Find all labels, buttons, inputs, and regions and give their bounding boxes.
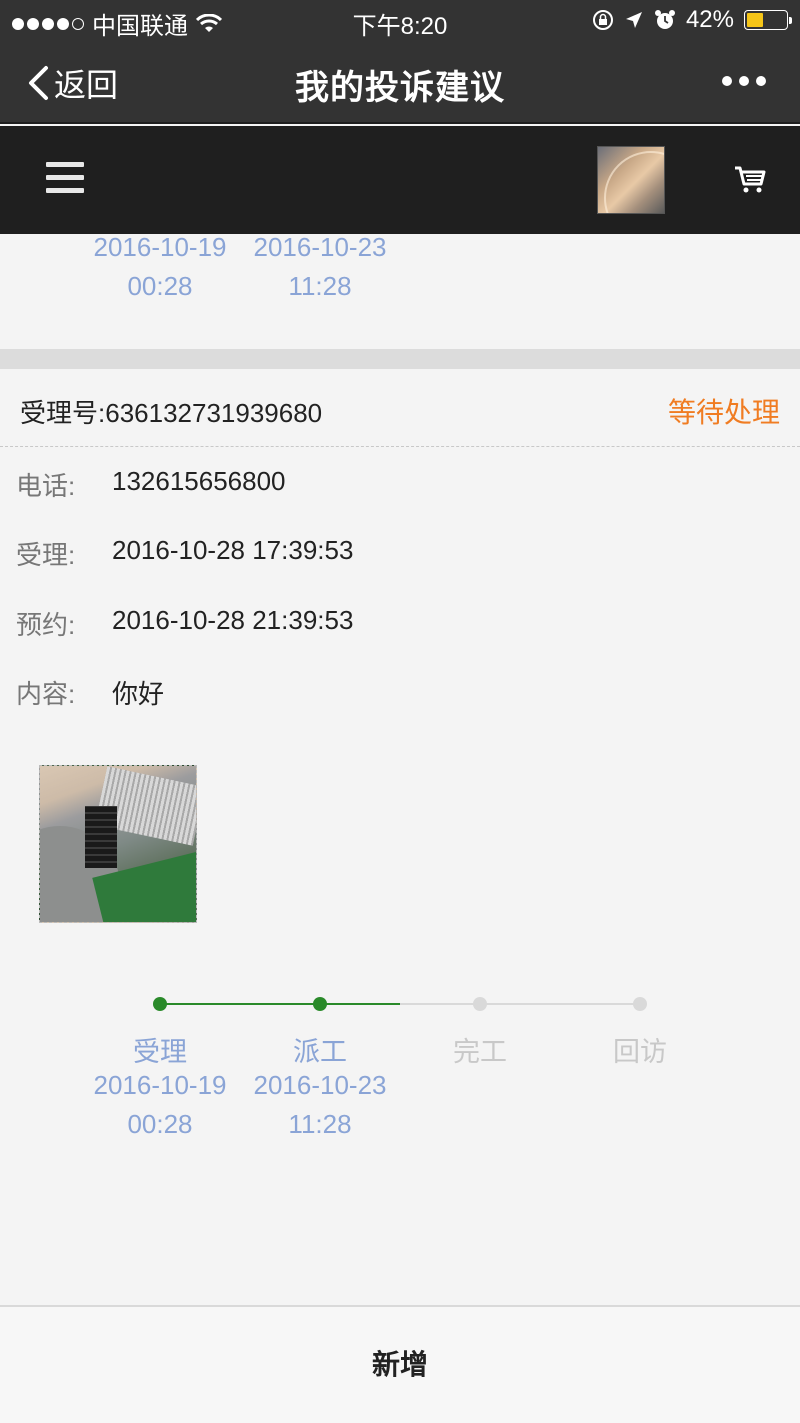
menu-icon[interactable]	[46, 162, 84, 196]
prev-step-date-1: 2016-10-19 00:28	[93, 234, 227, 301]
add-button[interactable]: 新增	[0, 1307, 800, 1423]
avatar[interactable]	[597, 146, 665, 214]
step-label-completed: 完工	[453, 1037, 507, 1067]
progress-line-1	[160, 1003, 320, 1005]
step-node-revisit	[633, 997, 647, 1011]
status-bar: 中国联通 下午8:20 42%	[0, 0, 800, 40]
page-title: 我的投诉建议	[295, 69, 505, 107]
ticket-number: 受理号:636132731939680	[20, 398, 323, 428]
step-date-accepted: 2016-10-19 00:28	[93, 1070, 227, 1139]
step-date-dispatched: 2016-10-23 11:28	[253, 1070, 387, 1139]
more-options-button[interactable]	[722, 76, 766, 86]
attachment-thumbnail[interactable]	[39, 765, 197, 923]
card-header: 受理号:636132731939680 等待处理	[0, 369, 800, 447]
progress-line-2b	[400, 1003, 480, 1005]
status-badge: 等待处理	[667, 397, 780, 428]
site-header	[0, 126, 800, 234]
more-dot-icon	[722, 76, 732, 86]
progress-line-2a	[320, 1003, 400, 1005]
location-arrow-icon	[625, 12, 642, 28]
step-label-dispatched: 派工	[293, 1037, 347, 1067]
prev-step-date-2: 2016-10-23 11:28	[253, 234, 387, 301]
cart-icon[interactable]	[733, 164, 767, 194]
progress-line-3	[480, 1003, 640, 1005]
step-label-revisit: 回访	[613, 1037, 667, 1067]
previous-card-partial: 2016-10-19 00:28 2016-10-23 11:28	[0, 234, 800, 349]
step-label-accepted: 受理	[133, 1037, 187, 1067]
step-node-dispatched	[313, 997, 327, 1011]
step-node-accepted	[153, 997, 167, 1011]
battery-icon	[744, 10, 792, 30]
step-node-completed	[473, 997, 487, 1011]
bottom-bar: 新增	[0, 1305, 800, 1423]
battery-percent: 42%	[685, 6, 734, 33]
navigation-bar: 返回 我的投诉建议	[0, 40, 800, 124]
alarm-icon	[654, 10, 675, 29]
status-right: 42%	[592, 6, 792, 34]
progress-tracker: 受理 派工 完工 回访 2016-10-19 00:28 2016-10-23 …	[0, 990, 800, 1150]
card-separator	[0, 349, 800, 369]
rotation-lock-icon	[592, 10, 613, 30]
